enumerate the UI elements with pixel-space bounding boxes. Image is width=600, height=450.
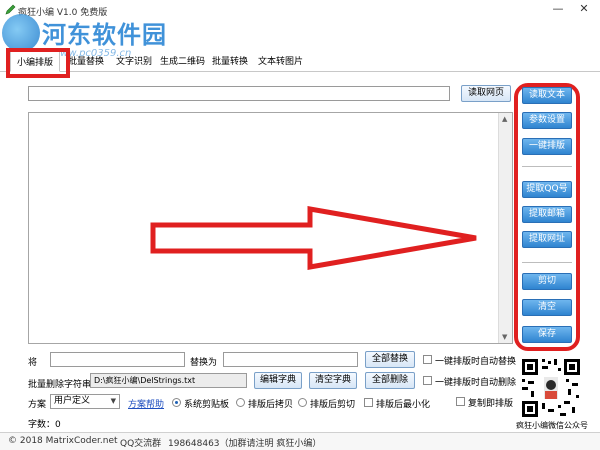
close-button[interactable]: ✕ — [574, 2, 594, 16]
side-divider — [522, 166, 572, 167]
tab-text-to-image[interactable]: 文本转图片 — [258, 54, 303, 67]
copyright-text: © 2018 MatrixCoder.net — [8, 436, 118, 446]
qq-group-label: QQ交流群 — [120, 439, 162, 449]
radio-cut-after-format-label: 排版后剪切 — [310, 400, 356, 410]
auto-delete-checkbox[interactable] — [423, 376, 432, 385]
replace-to-label: 替换为 — [190, 358, 218, 368]
chevron-down-icon: ▼ — [110, 397, 116, 405]
tab-strip: 小编排版 批量替换 文字识别 生成二维码 批量转换 文本转图片 — [0, 48, 600, 72]
copy-to-format-label: 复制即排版 — [468, 399, 514, 409]
side-divider — [522, 262, 572, 263]
auto-replace-label: 一键排版时自动替换 — [435, 357, 517, 367]
radio-copy-after-format[interactable] — [236, 398, 245, 407]
scheme-help-link[interactable]: 方案帮助 — [128, 397, 164, 410]
delete-all-button[interactable]: 全部删除 — [365, 372, 415, 389]
tab-batch-replace[interactable]: 批量替换 — [68, 54, 104, 67]
extract-email-button[interactable]: 提取邮箱 — [522, 206, 572, 223]
replace-to-input[interactable] — [223, 352, 358, 367]
edit-dict-button[interactable]: 编辑字典 — [254, 372, 302, 389]
word-count: 字数：0 — [28, 420, 61, 430]
settings-button[interactable]: 参数设置 — [522, 112, 572, 129]
radio-copy-after-format-label: 排版后拷贝 — [248, 400, 294, 410]
watermark-title: 河东软件园 — [42, 21, 167, 49]
tab-qrcode[interactable]: 生成二维码 — [160, 54, 205, 67]
wechat-qr-code — [520, 357, 582, 419]
clear-button[interactable]: 清空 — [522, 299, 572, 316]
batch-delete-label: 批量删除字符串 — [28, 380, 92, 390]
replace-all-button[interactable]: 全部替换 — [365, 351, 415, 368]
minimize-after-format-checkbox[interactable] — [364, 398, 373, 407]
editor-scrollbar[interactable]: ▲ ▼ — [498, 113, 512, 343]
delete-dict-path-field[interactable]: D:\疯狂小编\DelStrings.txt — [90, 373, 247, 388]
watermark-logo-icon — [2, 14, 40, 52]
clear-dict-button[interactable]: 清空字典 — [309, 372, 357, 389]
qq-group-value: 198648463（加群请注明 疯狂小编） — [168, 439, 322, 449]
scheme-select[interactable]: 用户定义 ▼ — [50, 394, 120, 409]
replace-from-label: 将 — [28, 358, 38, 368]
auto-replace-checkbox[interactable] — [423, 355, 432, 364]
tab-highlight-box — [6, 48, 70, 78]
url-input[interactable] — [28, 86, 450, 101]
cut-button[interactable]: 剪切 — [522, 273, 572, 290]
read-web-button[interactable]: 读取网页 — [461, 85, 511, 102]
radio-system-clipboard-label: 系统剪贴板 — [184, 400, 230, 410]
qr-caption: 疯狂小编微信公众号 — [516, 421, 588, 430]
radio-cut-after-format[interactable] — [298, 398, 307, 407]
minimize-after-format-label: 排版后最小化 — [376, 400, 431, 410]
scheme-label: 方案 — [28, 400, 47, 410]
copy-to-format-checkbox[interactable] — [456, 397, 465, 406]
status-bar: © 2018 MatrixCoder.net QQ交流群 198648463（加… — [0, 432, 600, 450]
scroll-down-icon[interactable]: ▼ — [502, 333, 507, 341]
replace-from-input[interactable] — [50, 352, 185, 367]
annotation-arrow-icon — [150, 206, 477, 270]
auto-delete-label: 一键排版时自动删除 — [435, 378, 517, 388]
minimize-button[interactable]: — — [548, 2, 568, 16]
scroll-up-icon[interactable]: ▲ — [502, 115, 507, 123]
radio-system-clipboard[interactable] — [172, 398, 181, 407]
extract-qq-button[interactable]: 提取QQ号 — [522, 181, 572, 198]
one-click-format-button[interactable]: 一键排版 — [522, 138, 572, 155]
read-text-button[interactable]: 读取文本 — [522, 87, 572, 104]
tab-ocr[interactable]: 文字识别 — [116, 54, 152, 67]
extract-url-button[interactable]: 提取网址 — [522, 231, 572, 248]
save-button[interactable]: 保存 — [522, 326, 572, 343]
tab-batch-convert[interactable]: 批量转换 — [212, 54, 248, 67]
scheme-selected-value: 用户定义 — [54, 396, 91, 406]
